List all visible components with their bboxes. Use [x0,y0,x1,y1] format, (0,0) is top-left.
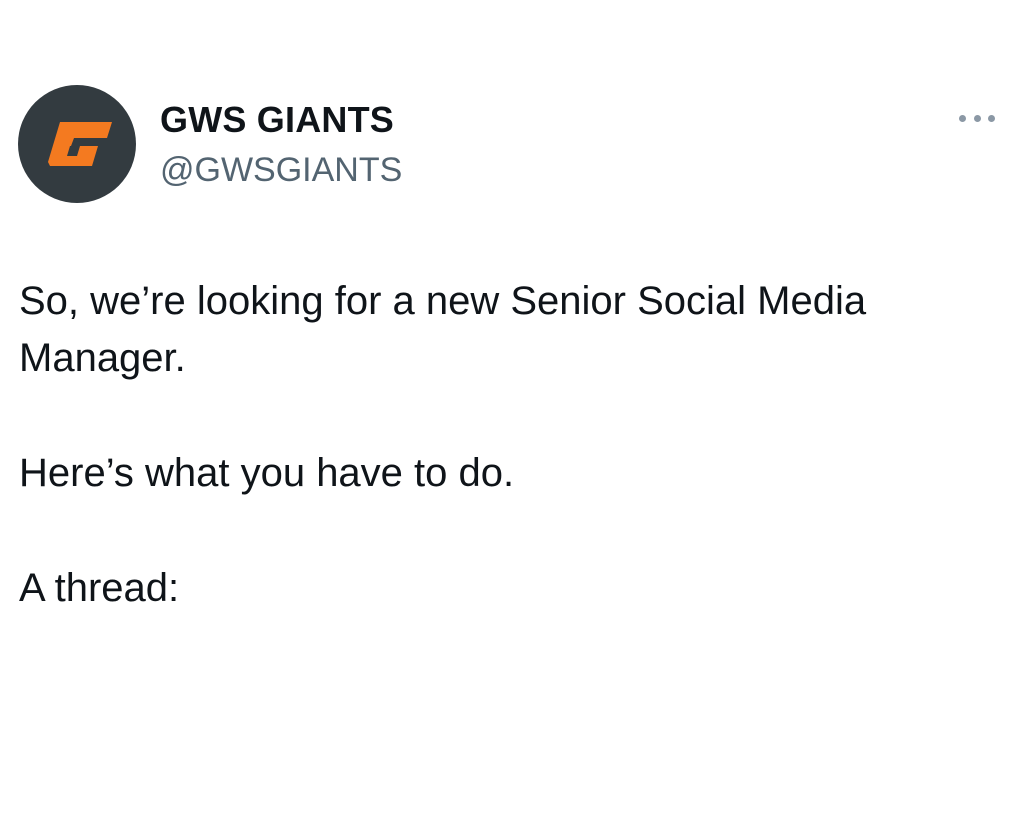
tweet-paragraph: So, we’re looking for a new Senior Socia… [19,279,867,380]
display-name[interactable]: GWS GIANTS [160,99,402,141]
tweet-paragraph: A thread: [19,566,180,610]
more-options-icon[interactable] [955,106,999,130]
tweet-paragraph: Here’s what you have to do. [19,451,515,495]
tweet-card: GWS GIANTS @GWSGIANTS So, we’re looking … [0,0,1032,827]
author-info: GWS GIANTS @GWSGIANTS [160,99,402,191]
dot [959,114,966,122]
gws-giants-logo-icon [48,122,112,166]
tweet-text: So, we’re looking for a new Senior Socia… [19,273,1009,617]
user-handle[interactable]: @GWSGIANTS [160,149,402,191]
dot [973,114,981,122]
dot [988,114,995,122]
avatar[interactable] [18,85,136,203]
